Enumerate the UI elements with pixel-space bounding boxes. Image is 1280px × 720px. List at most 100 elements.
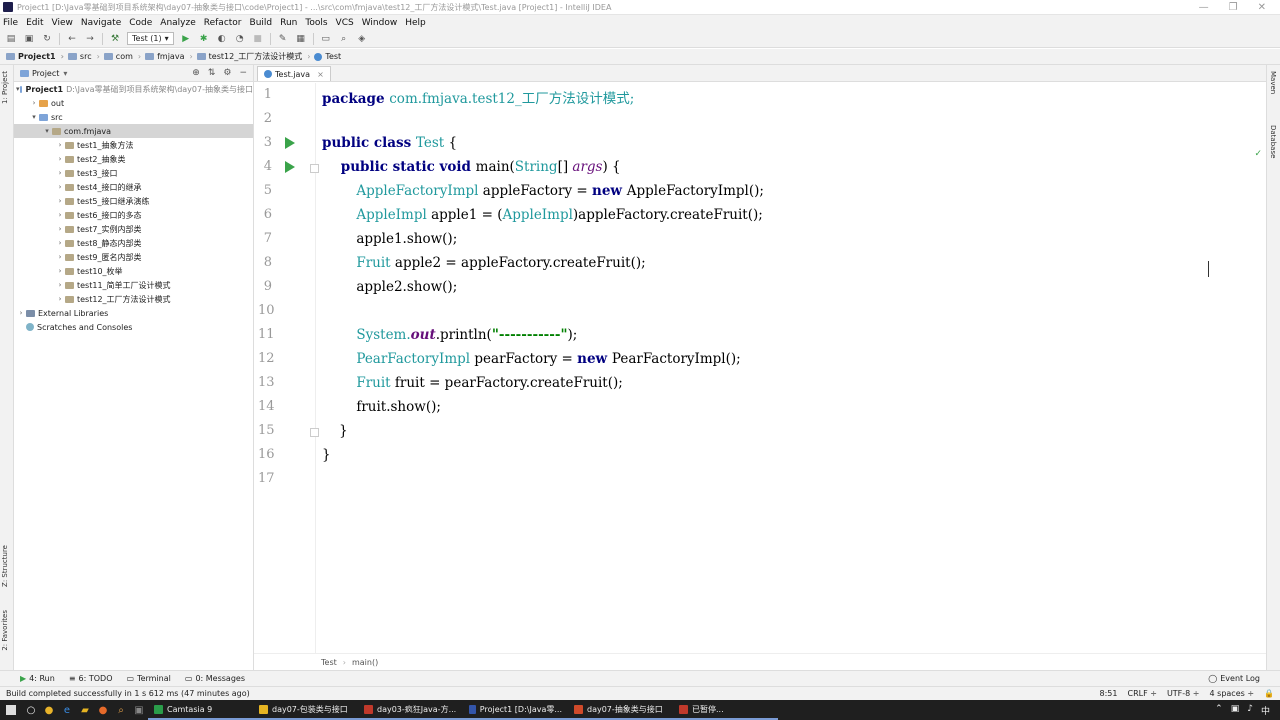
caret-position[interactable]: 8:51: [1100, 689, 1118, 698]
lock-icon[interactable]: 🔒: [1264, 689, 1274, 698]
menu-help[interactable]: Help: [405, 18, 426, 28]
tree-item[interactable]: › test7_实例内部类: [14, 222, 253, 236]
chevron-down-icon[interactable]: ▾: [16, 85, 20, 93]
tree-item[interactable]: › test6_接口的多态: [14, 208, 253, 222]
plugin-icon[interactable]: ◈: [356, 33, 368, 45]
stop-icon[interactable]: ■: [252, 33, 264, 45]
menu-analyze[interactable]: Analyze: [160, 18, 195, 28]
breadcrumb-fmjava[interactable]: fmjava ›: [145, 52, 193, 61]
taskbar-window-button[interactable]: Camtasia 9: [148, 700, 253, 720]
run-icon[interactable]: ▶: [180, 33, 192, 45]
taskbar-window-button[interactable]: day07-包装类与接口: [253, 700, 358, 720]
tab-test-java[interactable]: Test.java ×: [257, 66, 331, 81]
tree-item[interactable]: › test12_工厂方法设计模式: [14, 292, 253, 306]
indent-setting[interactable]: 4 spaces ÷: [1210, 689, 1255, 698]
run-configuration-selector[interactable]: Test (1) ▾: [127, 32, 174, 45]
close-button[interactable]: ✕: [1258, 2, 1266, 13]
tree-item[interactable]: ▾ Project1 D:\Java零基础到项目系统架构\day07-抽象类与接口: [14, 82, 253, 96]
tree-item[interactable]: › test2_抽象类: [14, 152, 253, 166]
menu-navigate[interactable]: Navigate: [81, 18, 121, 28]
tray-icon[interactable]: ▣: [1231, 704, 1240, 717]
code-line[interactable]: public class Test {: [322, 135, 457, 151]
menu-tools[interactable]: Tools: [305, 18, 327, 28]
chevron-right-icon[interactable]: ›: [16, 309, 26, 317]
firefox-icon[interactable]: ●: [94, 700, 112, 720]
chevron-down-icon[interactable]: ▾: [42, 127, 52, 135]
back-arrow-icon[interactable]: ←: [66, 33, 78, 45]
project-view-selector[interactable]: Project: [32, 69, 59, 78]
breadcrumb-project[interactable]: Project1 ›: [6, 52, 64, 61]
coverage-icon[interactable]: ◐: [216, 33, 228, 45]
chevron-right-icon[interactable]: ›: [55, 169, 65, 177]
open-folder-icon[interactable]: ▤: [5, 33, 17, 45]
chevron-right-icon[interactable]: ›: [29, 99, 39, 107]
window-icon[interactable]: ▭: [320, 33, 332, 45]
file-encoding[interactable]: UTF-8 ÷: [1167, 689, 1200, 698]
tree-item[interactable]: › test5_接口继承演练: [14, 194, 253, 208]
debug-icon[interactable]: ✱: [198, 33, 210, 45]
code-area[interactable]: package com.fmjava.test12_工厂方法设计模式; publi…: [322, 83, 1252, 653]
tree-item[interactable]: › test9_匿名内部类: [14, 250, 253, 264]
code-line[interactable]: Fruit apple2 = appleFactory.createFruit(…: [322, 255, 645, 271]
search-icon[interactable]: ⌕: [338, 33, 350, 45]
chevron-right-icon[interactable]: ›: [55, 211, 65, 219]
menu-file[interactable]: File: [3, 18, 18, 28]
tree-item[interactable]: › test8_静态内部类: [14, 236, 253, 250]
editor-crumb-method[interactable]: main(): [352, 658, 378, 667]
search-icon[interactable]: ○: [22, 700, 40, 720]
tree-item[interactable]: › test10_枚举: [14, 264, 253, 278]
maximize-button[interactable]: ❐: [1229, 2, 1238, 13]
chevron-down-icon[interactable]: ▾: [29, 113, 39, 121]
edge-icon[interactable]: e: [58, 700, 76, 720]
tree-item[interactable]: › test11_简单工厂设计模式: [14, 278, 253, 292]
menu-build[interactable]: Build: [250, 18, 273, 28]
menu-refactor[interactable]: Refactor: [204, 18, 242, 28]
tree-item[interactable]: › test4_接口的继承: [14, 180, 253, 194]
collapse-icon[interactable]: ⇅: [208, 68, 216, 78]
gear-icon[interactable]: ⚙: [223, 68, 231, 78]
line-separator[interactable]: CRLF ÷: [1127, 689, 1156, 698]
close-tab-icon[interactable]: ×: [317, 70, 324, 79]
chevron-right-icon[interactable]: ›: [55, 155, 65, 163]
menu-window[interactable]: Window: [362, 18, 398, 28]
start-button[interactable]: [0, 700, 22, 720]
intellij-icon[interactable]: ▣: [130, 700, 148, 720]
messages-tool-button[interactable]: ▭ 0: Messages: [185, 674, 245, 683]
tray-icon[interactable]: 中: [1261, 704, 1270, 717]
code-line[interactable]: }: [322, 423, 348, 439]
fold-marker-icon[interactable]: [310, 428, 319, 437]
project-tool-tab[interactable]: 1: Project: [1, 71, 9, 104]
locate-icon[interactable]: ⊕: [192, 68, 200, 78]
breadcrumb-com[interactable]: com ›: [103, 52, 141, 61]
chevron-right-icon[interactable]: ›: [55, 253, 65, 261]
save-all-icon[interactable]: ▣: [23, 33, 35, 45]
code-line[interactable]: AppleImpl apple1 = (AppleImpl)appleFacto…: [322, 207, 762, 223]
chevron-down-icon[interactable]: ▾: [63, 69, 67, 78]
fold-marker-icon[interactable]: [310, 164, 319, 173]
tray-icon[interactable]: ♪: [1247, 704, 1253, 717]
tree-item[interactable]: ▾ com.fmjava: [14, 124, 253, 138]
tray-icon[interactable]: ⌃: [1215, 704, 1223, 717]
build-hammer-icon[interactable]: ⚒: [109, 33, 121, 45]
chrome-icon[interactable]: ●: [40, 700, 58, 720]
tree-item[interactable]: › External Libraries: [14, 306, 253, 320]
code-line[interactable]: }: [322, 447, 331, 463]
menu-code[interactable]: Code: [129, 18, 152, 28]
tree-item[interactable]: › test3_接口: [14, 166, 253, 180]
tree-item[interactable]: ▾ src: [14, 110, 253, 124]
run-gutter-icon[interactable]: [285, 161, 295, 173]
code-line[interactable]: public static void main(String[] args) {: [322, 159, 621, 175]
tree-item[interactable]: › out: [14, 96, 253, 110]
tree-item[interactable]: › test1_抽象方法: [14, 138, 253, 152]
code-line[interactable]: AppleFactoryImpl appleFactory = new Appl…: [322, 183, 764, 199]
code-line[interactable]: fruit.show();: [322, 399, 441, 415]
chevron-right-icon[interactable]: ›: [55, 197, 65, 205]
terminal-tool-button[interactable]: ▭ Terminal: [127, 674, 171, 683]
favorites-tool-tab[interactable]: 2: Favorites: [1, 610, 9, 651]
search-tool-icon[interactable]: ⌕: [112, 700, 130, 720]
breadcrumb-package[interactable]: test12_工厂方法设计模式 ›: [196, 51, 310, 62]
wrench-icon[interactable]: ✎: [277, 33, 289, 45]
menu-edit[interactable]: Edit: [26, 18, 43, 28]
breadcrumb-src[interactable]: src ›: [67, 52, 100, 61]
taskbar-window-button[interactable]: day03-疯狂Java-方...: [358, 700, 463, 720]
